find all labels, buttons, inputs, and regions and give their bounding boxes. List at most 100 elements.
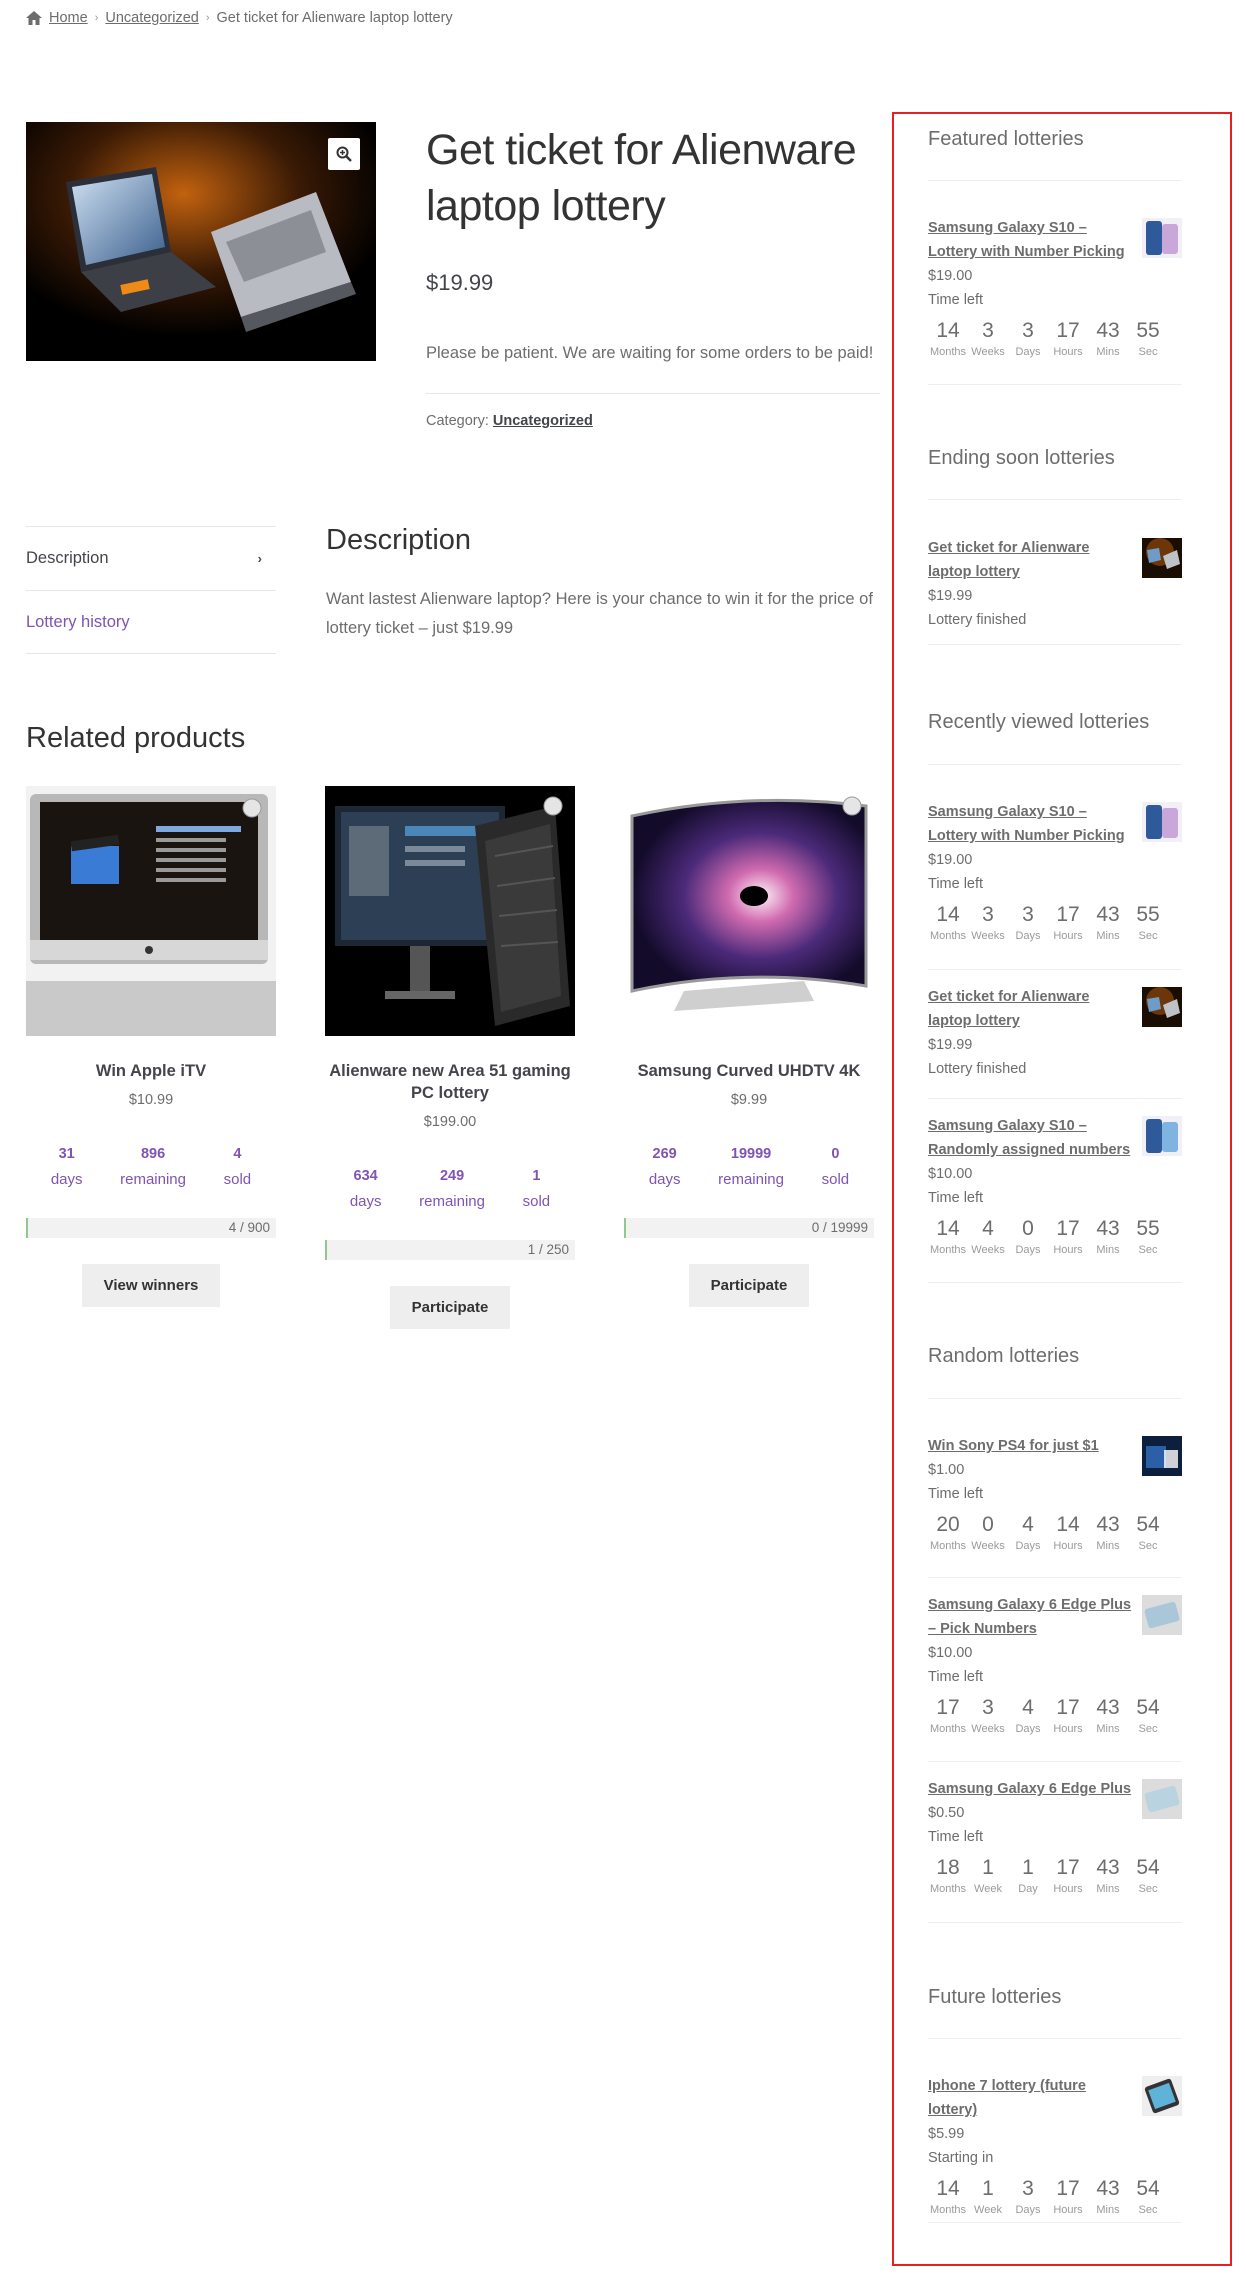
divider bbox=[928, 1282, 1182, 1283]
alienware-pc-image bbox=[325, 786, 575, 1036]
lottery-status: Time left bbox=[928, 1669, 984, 1685]
laptop-image bbox=[26, 122, 376, 361]
divider bbox=[928, 1922, 1182, 1923]
product-title[interactable]: Samsung Curved UHDTV 4K bbox=[624, 1060, 874, 1082]
breadcrumb-category-link[interactable]: Uncategorized bbox=[105, 10, 199, 26]
laptop-thumbnail[interactable] bbox=[1142, 538, 1182, 578]
tickets-progress-bar: 4 / 900 bbox=[26, 1218, 276, 1238]
widget-title-ending-soon: Ending soon lotteries bbox=[928, 447, 1115, 469]
product-thumbnail[interactable] bbox=[325, 786, 575, 1036]
breadcrumb-separator: › bbox=[205, 12, 210, 24]
lottery-item: Samsung Galaxy 6 Edge Plus – Pick Number… bbox=[928, 1593, 1182, 1735]
lottery-item: Samsung Galaxy 6 Edge Plus $0.50 Time le… bbox=[928, 1777, 1182, 1895]
tab-label: Description bbox=[26, 549, 109, 567]
tab-label: Lottery history bbox=[26, 612, 130, 631]
countdown: 20 Months 0 Weeks 4 Days 14 Hours 43 Mins 54 S… bbox=[929, 1513, 1160, 1552]
lottery-price: $10.00 bbox=[928, 1166, 973, 1182]
divider bbox=[928, 499, 1182, 500]
lottery-item: Samsung Galaxy S10 – Lottery with Number… bbox=[928, 800, 1182, 942]
lottery-link[interactable]: Get ticket for Alienware laptop lottery bbox=[928, 985, 1134, 1033]
lottery-link[interactable]: Samsung Galaxy S10 – Lottery with Number… bbox=[928, 800, 1134, 848]
product-thumbnail[interactable] bbox=[26, 786, 276, 1036]
days-stat: 269 days bbox=[648, 1146, 681, 1188]
participate-button[interactable]: Participate bbox=[688, 1264, 810, 1307]
related-product-card: Win Apple iTV $10.99 31 days 896 remaining… bbox=[26, 786, 276, 1307]
ps4-thumbnail[interactable] bbox=[1142, 1436, 1182, 1476]
divider bbox=[928, 2038, 1182, 2039]
countdown: 14 Months 4 Weeks 0 Days 17 Hours 43 Mins 55 S… bbox=[929, 1217, 1160, 1256]
samsung-tv-image bbox=[624, 786, 874, 1036]
sidebar: Featured lotteries Samsung Galaxy S10 – … bbox=[892, 112, 1232, 2266]
tab-description[interactable]: Description › bbox=[26, 526, 276, 590]
phone-thumbnail[interactable] bbox=[1142, 218, 1182, 258]
related-product-card: Samsung Curved UHDTV 4K $9.99 269 days 19… bbox=[624, 786, 874, 1307]
pending-orders-notice: Please be patient. We are waiting for so… bbox=[426, 344, 874, 362]
countdown: 14 Months 3 Weeks 3 Days 17 Hours 43 Mins 55 S… bbox=[929, 319, 1160, 358]
tickets-progress-bar: 0 / 19999 bbox=[624, 1218, 874, 1238]
zoom-button[interactable] bbox=[328, 138, 360, 170]
countdown: 18 Months 1 Week 1 Day 17 Hours 43 Mins 54 Sec bbox=[929, 1856, 1160, 1895]
product-price: $10.99 bbox=[128, 1092, 174, 1108]
breadcrumb-home-link[interactable]: Home bbox=[49, 10, 88, 26]
sold-stat: 1 sold bbox=[522, 1168, 551, 1210]
lottery-price: $10.00 bbox=[928, 1645, 973, 1661]
lottery-stats: 269 days 19999 remaining 0 sold bbox=[624, 1142, 874, 1192]
lottery-link[interactable]: Samsung Galaxy 6 Edge Plus bbox=[928, 1777, 1134, 1801]
lottery-item: Samsung Galaxy S10 – Randomly assigned n… bbox=[928, 1114, 1182, 1256]
participate-button[interactable]: Participate bbox=[389, 1286, 511, 1329]
lottery-item: Win Sony PS4 for just $1 $1.00 Time left… bbox=[928, 1434, 1182, 1552]
lottery-status: Time left bbox=[928, 876, 984, 892]
related-product-card: Alienware new Area 51 gaming PC lottery … bbox=[325, 786, 575, 1329]
view-winners-button[interactable]: View winners bbox=[81, 1264, 221, 1307]
breadcrumb: Home › Uncategorized › Get ticket for Al… bbox=[26, 10, 453, 26]
lottery-stats: 634 days 249 remaining 1 sold bbox=[325, 1164, 575, 1214]
lottery-price: $19.00 bbox=[928, 268, 973, 284]
days-stat: 634 days bbox=[349, 1168, 382, 1210]
divider bbox=[928, 644, 1182, 645]
product-tabs: Description › Lottery history bbox=[26, 526, 276, 654]
countdown: 14 Months 3 Weeks 3 Days 17 Hours 43 Mins 55 S… bbox=[929, 903, 1160, 942]
lottery-link[interactable]: Samsung Galaxy S10 – Lottery with Number… bbox=[928, 216, 1134, 264]
zoom-icon bbox=[336, 146, 352, 162]
divider bbox=[928, 384, 1182, 385]
lottery-link[interactable]: Samsung Galaxy 6 Edge Plus – Pick Number… bbox=[928, 1593, 1134, 1641]
widget-title-recently-viewed: Recently viewed lotteries bbox=[928, 711, 1150, 733]
product-price: $9.99 bbox=[730, 1092, 768, 1108]
widget-title-random: Random lotteries bbox=[928, 1345, 1080, 1367]
category-label: Category: bbox=[426, 413, 489, 429]
remaining-stat: 896 remaining bbox=[120, 1146, 186, 1188]
lottery-price: $19.99 bbox=[928, 588, 973, 604]
phone-thumbnail[interactable] bbox=[1142, 802, 1182, 842]
countdown: 14 Months 1 Week 3 Days 17 Hours 43 Mins 54 Se… bbox=[929, 2177, 1160, 2216]
category-link[interactable]: Uncategorized bbox=[493, 413, 593, 429]
lottery-status: Lottery finished bbox=[928, 612, 1027, 628]
lottery-link[interactable]: Get ticket for Alienware laptop lottery bbox=[928, 536, 1134, 584]
product-thumbnail[interactable] bbox=[624, 786, 874, 1036]
iphone-thumbnail[interactable] bbox=[1142, 2076, 1182, 2116]
lottery-status: Starting in bbox=[928, 2150, 994, 2166]
lottery-price: $19.00 bbox=[928, 852, 973, 868]
divider bbox=[928, 2222, 1182, 2223]
galaxy-thumbnail[interactable] bbox=[1142, 1779, 1182, 1819]
breadcrumb-separator: › bbox=[94, 12, 99, 24]
divider bbox=[928, 764, 1182, 765]
lottery-status: Time left bbox=[928, 1190, 984, 1206]
divider bbox=[928, 1398, 1182, 1399]
product-image[interactable] bbox=[26, 122, 376, 361]
product-title[interactable]: Win Apple iTV bbox=[26, 1060, 276, 1082]
product-title[interactable]: Alienware new Area 51 gaming PC lottery bbox=[325, 1060, 575, 1104]
phone-thumbnail[interactable] bbox=[1142, 1116, 1182, 1156]
lottery-stats: 31 days 896 remaining 4 sold bbox=[26, 1142, 276, 1192]
lottery-link[interactable]: Iphone 7 lottery (future lottery) bbox=[928, 2074, 1134, 2122]
laptop-thumbnail[interactable] bbox=[1142, 987, 1182, 1027]
lottery-link[interactable]: Win Sony PS4 for just $1 bbox=[928, 1434, 1134, 1458]
tab-lottery-history[interactable]: Lottery history bbox=[26, 590, 276, 654]
galaxy-thumbnail[interactable] bbox=[1142, 1595, 1182, 1635]
product-price: $199.00 bbox=[423, 1114, 477, 1130]
lottery-status: Time left bbox=[928, 1486, 984, 1502]
lottery-status: Time left bbox=[928, 1829, 984, 1845]
sold-stat: 0 sold bbox=[821, 1146, 850, 1188]
lottery-status: Time left bbox=[928, 292, 984, 308]
lottery-link[interactable]: Samsung Galaxy S10 – Randomly assigned n… bbox=[928, 1114, 1134, 1162]
breadcrumb-current: Get ticket for Alienware laptop lottery bbox=[216, 10, 453, 26]
